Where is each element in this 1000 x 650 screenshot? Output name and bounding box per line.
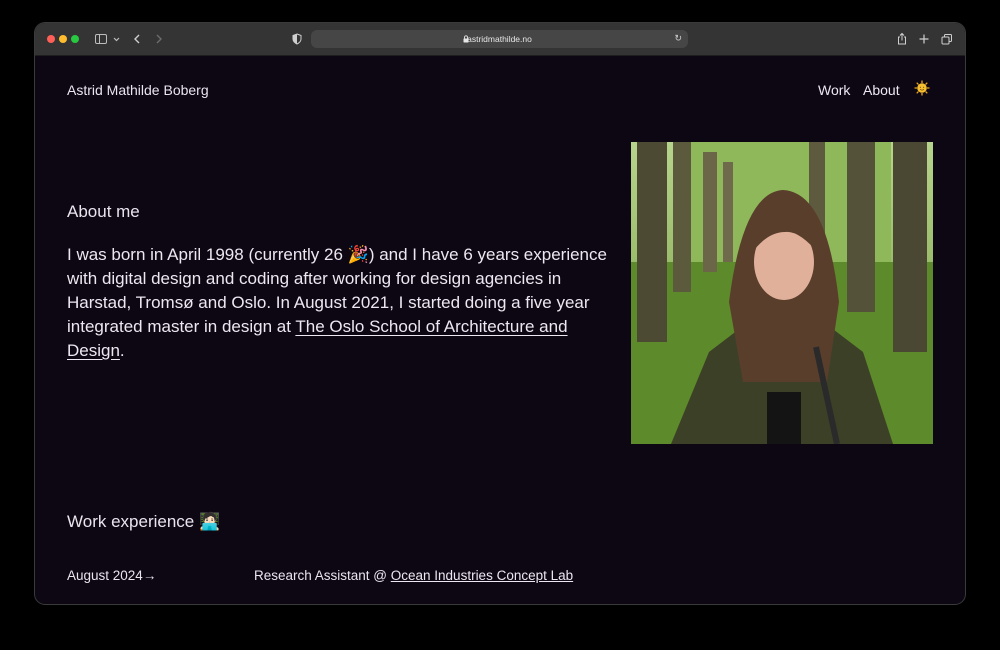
job-role: Research Assistant @ Ocean Industries Co… [254,568,573,583]
job-date: August 2024→ [67,568,156,583]
technologist-icon: 🧑🏻‍💻 [198,512,221,531]
chevron-down-icon[interactable] [113,31,120,47]
sidebar-toggle-icon[interactable] [95,31,107,47]
arrow-right-icon: → [142,568,157,583]
tab-overview-icon[interactable] [941,31,953,47]
forward-icon[interactable] [155,31,163,47]
work-heading-text: Work experience [67,512,195,531]
minimize-window-button[interactable] [59,35,67,43]
sun-emoji-icon[interactable] [914,80,930,96]
shield-icon[interactable] [292,31,302,47]
close-window-button[interactable] [47,35,55,43]
work-experience-heading: Work experience 🧑🏻‍💻 [67,512,220,532]
back-icon[interactable] [133,31,141,47]
address-bar[interactable]: astridmathilde.no ↻ [311,30,688,48]
url-text: astridmathilde.no [467,34,532,44]
portrait-photo [631,142,933,444]
party-popper-icon: 🎉 [347,245,369,264]
nav-link-about[interactable]: About [863,82,900,98]
nav-link-work[interactable]: Work [818,82,850,98]
browser-window: astridmathilde.no ↻ Astrid Mathilde Bobe… [35,23,965,604]
job-role-text: Research Assistant @ [254,568,391,583]
reload-icon[interactable]: ↻ [674,33,682,44]
about-heading: About me [67,202,140,221]
site-title[interactable]: Astrid Mathilde Boberg [67,82,209,98]
zoom-window-button[interactable] [71,35,79,43]
job-date-text: August 2024 [67,568,143,583]
about-paragraph: I was born in April 1998 (currently 26 🎉… [67,243,607,363]
browser-titlebar: astridmathilde.no ↻ [35,23,965,56]
share-icon[interactable] [897,31,907,47]
web-page: Astrid Mathilde Boberg Work About About … [35,56,965,604]
about-text-part: . [119,341,125,360]
about-text-part: I was born in April 1998 (currently 26 [67,245,348,264]
new-tab-icon[interactable] [919,31,929,47]
organization-link[interactable]: Ocean Industries Concept Lab [391,568,573,583]
